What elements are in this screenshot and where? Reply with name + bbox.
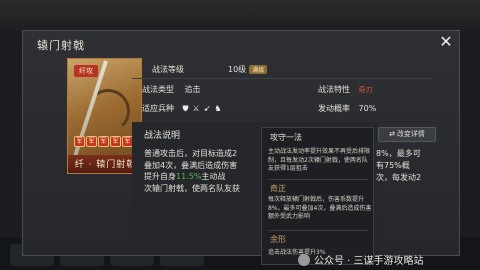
desc-line: 次，每发动2 [376, 173, 422, 182]
close-icon[interactable]: ✕ [436, 32, 456, 52]
card-name: 纤 · 辕门射戟 [68, 155, 141, 173]
sword-icon: ⚔ [192, 103, 200, 113]
wechat-logo-icon [298, 253, 310, 266]
level-row: 战法等级 [152, 64, 184, 75]
background-top-bar [0, 0, 480, 30]
type-value: 追击 [184, 85, 201, 94]
type-label: 战法类型 [142, 85, 174, 94]
variant-popup: 攻守一法 主动战法发动率提升效果不再受后排限制，且每发动2次辕门射戟，使两名队友… [261, 127, 374, 265]
highlight-value: 11.5% [176, 172, 202, 181]
desc-line: 8%，最多可 [376, 149, 421, 158]
type-row: 战法类型 追击 [142, 84, 201, 95]
description-overflow: 8%，最多可 有75%概 次，每发动2 [376, 148, 436, 184]
desc-line: 有75%概 [376, 161, 410, 170]
horse-icon: ♞ [214, 103, 222, 113]
troops-row: 适应兵种 ⛊ ⚔ ➹ ♞ [142, 103, 222, 114]
description-title: 战法说明 [144, 131, 181, 141]
card-stars: 军 军 军 军 军 [74, 136, 133, 147]
trait-value: 奇刃 [358, 86, 373, 94]
desc-text-part: 主动战 [201, 172, 226, 181]
popup-heading: 攻守一法 [270, 133, 302, 142]
rate-label: 发动概率 [318, 104, 350, 113]
rate-row: 发动概率 70% [318, 103, 376, 114]
shield-icon: ⛊ [182, 103, 189, 113]
star-icon: 军 [110, 136, 121, 147]
star-icon: 军 [86, 136, 97, 147]
change-details-label: 改变详情 [396, 130, 425, 138]
level-value: 10级 [228, 65, 247, 74]
watermark-text: 公众号 · 三谋手游攻略站 [314, 256, 424, 267]
dialog-title: 辕门射戟 [37, 39, 85, 52]
popup-divider [268, 179, 368, 180]
divider [132, 78, 432, 79]
change-details-button[interactable]: ⇄ 改变详情 [378, 127, 436, 142]
trait-row: 战法特性 奇刃 [318, 84, 373, 95]
popup-text: 主动战法发动率提升效果不再受后排限制，且每发动2次辕门射戟，使两名队友获得1层狙… [268, 148, 371, 172]
desc-text-part: 提升自身 [144, 172, 176, 181]
level-value-wrap: 10级 满级 [228, 64, 268, 75]
popup-heading: 余形 [270, 235, 286, 244]
watermark: 公众号 · 三谋手游攻略站 [298, 252, 424, 267]
rate-value: 70% [358, 104, 377, 113]
star-icon: 军 [98, 136, 109, 147]
star-icon: 军 [74, 136, 85, 147]
swap-icon: ⇄ [389, 130, 395, 138]
card-seal: 纤攻 [74, 65, 98, 77]
skill-card: 纤攻 军 军 军 军 军 纤 · 辕门射戟 [67, 58, 142, 174]
popup-text: 每次释放辕门射戟后，伤害系数提升8%，最多可叠加4次，叠满后造成伤害额外受武力影… [268, 196, 372, 220]
troops-label: 适应兵种 [142, 104, 174, 113]
bow-icon: ➹ [203, 103, 211, 113]
popup-heading: 奇正 [270, 184, 286, 193]
trait-label: 战法特性 [318, 85, 350, 94]
popup-divider [268, 230, 368, 231]
level-label: 战法等级 [152, 65, 184, 74]
level-badge: 满级 [249, 65, 268, 74]
